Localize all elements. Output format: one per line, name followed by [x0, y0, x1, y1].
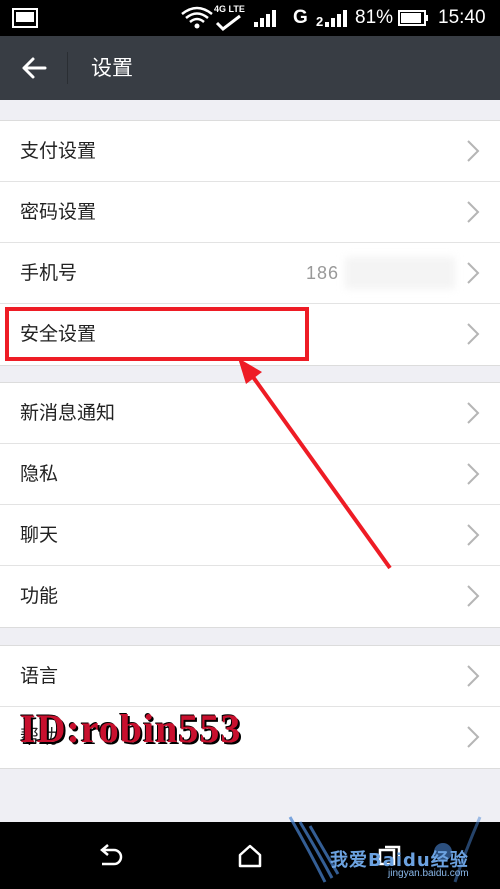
signal-icon-2: 2	[316, 0, 350, 36]
lte-indicator: 4G LTE	[214, 0, 245, 36]
settings-item-label: 隐私	[20, 463, 59, 485]
chevron-right-icon	[467, 323, 480, 345]
screenshot-icon	[12, 0, 38, 36]
watermark-text: ID:robin553	[20, 706, 242, 751]
settings-item-payment[interactable]: 支付设置	[0, 121, 500, 182]
home-icon	[238, 844, 262, 868]
svg-text:2: 2	[316, 14, 323, 28]
page-title: 设置	[91, 56, 133, 80]
chevron-right-icon	[467, 665, 480, 687]
settings-item-label: 新消息通知	[20, 402, 116, 424]
chevron-right-icon	[467, 463, 480, 485]
chevron-right-icon	[467, 585, 480, 607]
settings-item-label: 手机号	[20, 262, 78, 284]
back-icon	[100, 844, 123, 866]
settings-group-general: 新消息通知 隐私 聊天 功能	[0, 382, 500, 628]
baidu-brand-url: jingyan.baidu.com	[388, 868, 469, 879]
chevron-right-icon	[467, 201, 480, 223]
wifi-icon	[180, 0, 214, 36]
chevron-right-icon	[467, 726, 480, 748]
settings-item-label: 支付设置	[20, 140, 97, 162]
status-bar: 4G LTE G 2 81% 15:40	[0, 0, 500, 36]
chevron-right-icon	[467, 402, 480, 424]
settings-item-notifications[interactable]: 新消息通知	[0, 383, 500, 444]
settings-item-privacy[interactable]: 隐私	[0, 444, 500, 505]
app-bar-divider	[67, 52, 68, 84]
chevron-right-icon	[467, 140, 480, 162]
settings-item-phone[interactable]: 手机号 186	[0, 243, 500, 304]
battery-percent: 81%	[355, 7, 394, 28]
settings-item-label: 聊天	[20, 524, 59, 546]
phone-number-value: 186	[306, 263, 340, 283]
app-bar: 设置	[0, 36, 500, 100]
annotation-highlight-box	[5, 307, 309, 361]
chevron-right-icon	[467, 262, 480, 284]
settings-item-features[interactable]: 功能	[0, 566, 500, 627]
signal-icon	[253, 0, 279, 36]
carrier-g-label: G	[293, 7, 308, 28]
network-type: 4G LTE	[214, 4, 245, 14]
settings-item-password[interactable]: 密码设置	[0, 182, 500, 243]
nav-back-button[interactable]	[88, 834, 132, 878]
settings-item-language[interactable]: 语言	[0, 646, 500, 707]
battery-icon	[398, 0, 430, 36]
back-button[interactable]	[10, 44, 58, 92]
chevron-right-icon	[467, 524, 480, 546]
settings-item-label: 功能	[20, 585, 59, 607]
status-time: 15:40	[438, 7, 486, 28]
settings-item-label: 密码设置	[20, 201, 97, 223]
arrow-left-icon	[22, 57, 47, 79]
phone-number-blur	[345, 257, 455, 289]
settings-item-chat[interactable]: 聊天	[0, 505, 500, 566]
settings-item-label: 语言	[20, 665, 59, 687]
nav-home-button[interactable]	[228, 834, 272, 878]
